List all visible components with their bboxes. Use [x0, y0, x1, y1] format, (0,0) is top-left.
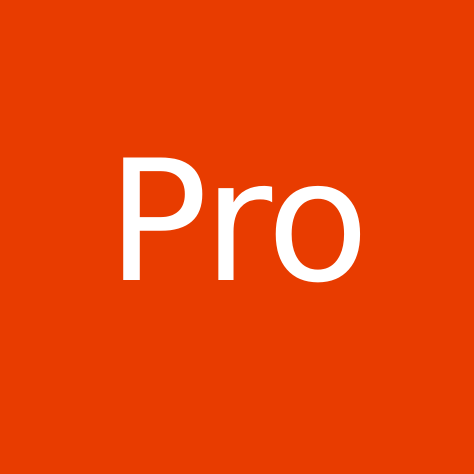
pro-tile: Pro: [0, 0, 474, 474]
pro-label: Pro: [106, 124, 370, 320]
